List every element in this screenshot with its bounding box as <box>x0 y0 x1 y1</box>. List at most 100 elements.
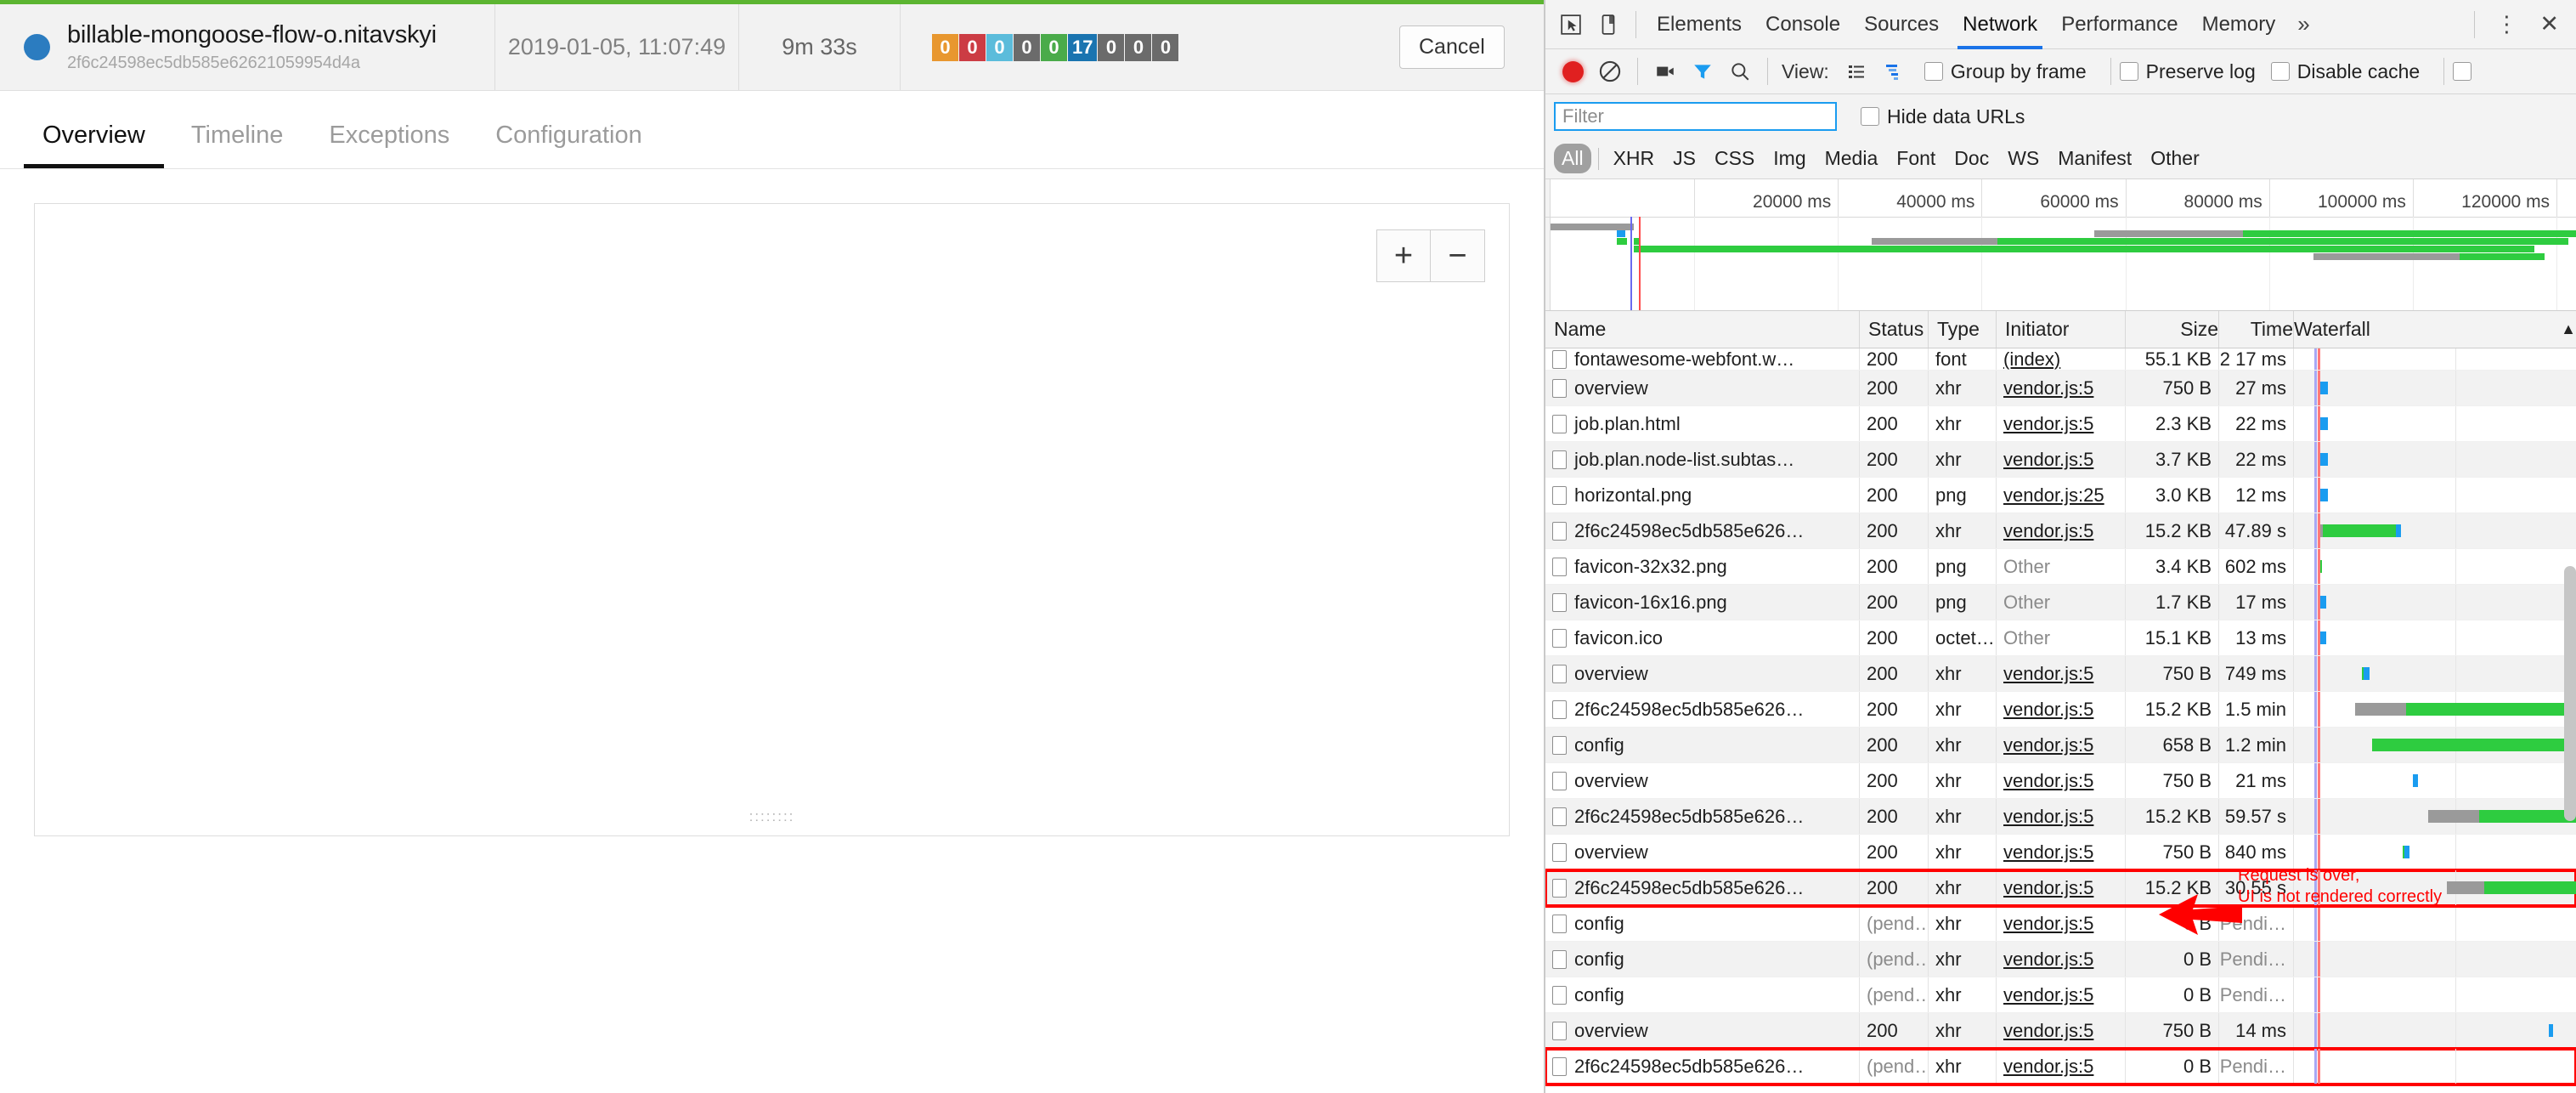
cell-initiator-text[interactable]: vendor.js:5 <box>2003 449 2093 471</box>
cell-initiator-text[interactable]: vendor.js:5 <box>2003 699 2093 721</box>
type-filter-manifest[interactable]: Manifest <box>2050 144 2139 173</box>
table-row[interactable]: fontawesome-webfont.w…200font(index)55.1… <box>1545 348 2576 371</box>
cell-name[interactable]: config <box>1545 906 1860 941</box>
cell-initiator[interactable]: vendor.js:5 <box>1997 977 2126 1012</box>
hide-data-urls-checkbox[interactable] <box>1861 107 1879 126</box>
tab-timeline[interactable]: Timeline <box>172 122 302 168</box>
capture-screenshots-icon[interactable] <box>1647 53 1684 90</box>
cell-name[interactable]: config <box>1545 728 1860 762</box>
cell-initiator[interactable]: vendor.js:5 <box>1997 870 2126 905</box>
cell-name[interactable]: overview <box>1545 1013 1860 1048</box>
cell-name[interactable]: fontawesome-webfont.w… <box>1545 348 1860 370</box>
cell-initiator[interactable]: vendor.js:5 <box>1997 442 2126 477</box>
sort-indicator-icon[interactable]: ▲ <box>2561 320 2576 338</box>
cell-initiator-text[interactable]: vendor.js:5 <box>2003 413 2093 435</box>
status-badge-2[interactable]: 0 <box>986 34 1013 61</box>
table-row[interactable]: 2f6c24598ec5db585e626…200xhrvendor.js:51… <box>1545 870 2576 906</box>
more-panels-button[interactable]: » <box>2287 11 2319 37</box>
cell-name[interactable]: 2f6c24598ec5db585e626… <box>1545 513 1860 548</box>
cell-initiator-text[interactable]: vendor.js:5 <box>2003 841 2093 864</box>
cell-initiator[interactable]: vendor.js:5 <box>1997 728 2126 762</box>
table-row[interactable]: 2f6c24598ec5db585e626…(pend…xhrvendor.js… <box>1545 1049 2576 1085</box>
zoom-out-button[interactable]: − <box>1431 229 1485 282</box>
cell-name[interactable]: job.plan.node-list.subtas… <box>1545 442 1860 477</box>
table-row[interactable]: overview200xhrvendor.js:5750 B27 ms <box>1545 371 2576 406</box>
cell-name[interactable]: job.plan.html <box>1545 406 1860 441</box>
cell-initiator-text[interactable]: vendor.js:5 <box>2003 770 2093 792</box>
type-filter-ws[interactable]: WS <box>2000 144 2047 173</box>
type-filter-img[interactable]: Img <box>1765 144 1813 173</box>
column-header-cell[interactable]: Type <box>1929 311 1997 348</box>
cell-initiator[interactable]: vendor.js:5 <box>1997 513 2126 548</box>
cell-initiator[interactable]: vendor.js:5 <box>1997 692 2126 727</box>
cell-name[interactable]: 2f6c24598ec5db585e626… <box>1545 870 1860 905</box>
cell-name[interactable]: overview <box>1545 371 1860 405</box>
vertical-scrollbar-thumb[interactable] <box>2564 566 2576 821</box>
zoom-in-button[interactable]: + <box>1376 229 1431 282</box>
status-badge-3[interactable]: 0 <box>1014 34 1040 61</box>
cell-name[interactable]: config <box>1545 977 1860 1012</box>
table-row[interactable]: config(pend…xhrvendor.js:50 BPendi… <box>1545 906 2576 942</box>
status-badge-5[interactable]: 17 <box>1068 34 1097 61</box>
type-filter-js[interactable]: JS <box>1665 144 1703 173</box>
cell-name[interactable]: favicon-16x16.png <box>1545 585 1860 620</box>
type-filter-xhr[interactable]: XHR <box>1606 144 1663 173</box>
table-row[interactable]: favicon-16x16.png200pngOther1.7 KB17 ms <box>1545 585 2576 620</box>
devtools-tab-performance[interactable]: Performance <box>2049 0 2189 49</box>
cell-initiator-text[interactable]: vendor.js:5 <box>2003 377 2093 399</box>
tab-exceptions[interactable]: Exceptions <box>310 122 468 168</box>
cell-name[interactable]: config <box>1545 942 1860 977</box>
filter-funnel-icon[interactable] <box>1684 53 1721 90</box>
cell-name[interactable]: horizontal.png <box>1545 478 1860 513</box>
cell-initiator-text[interactable]: vendor.js:5 <box>2003 806 2093 828</box>
table-row[interactable]: overview200xhrvendor.js:5750 B749 ms <box>1545 656 2576 692</box>
cell-initiator-text[interactable]: vendor.js:25 <box>2003 484 2104 507</box>
checkbox-preserve-log[interactable] <box>2120 62 2138 81</box>
devtools-tab-console[interactable]: Console <box>1754 0 1852 49</box>
column-header-cell[interactable]: Time <box>2219 311 2294 348</box>
clear-button[interactable] <box>1591 53 1629 90</box>
view-list-icon[interactable] <box>1838 53 1875 90</box>
cell-initiator[interactable]: vendor.js:5 <box>1997 406 2126 441</box>
column-header-cell[interactable]: Size <box>2126 311 2219 348</box>
table-row[interactable]: 2f6c24598ec5db585e626…200xhrvendor.js:51… <box>1545 513 2576 549</box>
cell-initiator-text[interactable]: vendor.js:5 <box>2003 913 2093 935</box>
view-waterfall-icon[interactable] <box>1875 53 1912 90</box>
graph-canvas[interactable]: + − :::::::: <box>34 203 1510 836</box>
cell-name[interactable]: overview <box>1545 763 1860 798</box>
devtools-tab-elements[interactable]: Elements <box>1645 0 1754 49</box>
network-overview-graph[interactable]: 20000 ms40000 ms60000 ms80000 ms100000 m… <box>1545 179 2576 311</box>
search-icon[interactable] <box>1721 53 1759 90</box>
devtools-tab-network[interactable]: Network <box>1951 0 2049 49</box>
cell-name[interactable]: 2f6c24598ec5db585e626… <box>1545 1049 1860 1084</box>
cell-initiator[interactable]: vendor.js:5 <box>1997 1049 2126 1084</box>
status-badge-8[interactable]: 0 <box>1152 34 1178 61</box>
cancel-button[interactable]: Cancel <box>1399 25 1505 69</box>
cell-name[interactable]: favicon-32x32.png <box>1545 549 1860 584</box>
checkbox-disable-cache[interactable] <box>2271 62 2290 81</box>
cell-initiator-text[interactable]: (index) <box>2003 348 2060 370</box>
type-filter-other[interactable]: Other <box>2143 144 2207 173</box>
close-icon[interactable]: ✕ <box>2529 11 2569 37</box>
tab-overview[interactable]: Overview <box>24 122 164 168</box>
table-row[interactable]: 2f6c24598ec5db585e626…200xhrvendor.js:51… <box>1545 799 2576 835</box>
table-row[interactable]: job.plan.node-list.subtas…200xhrvendor.j… <box>1545 442 2576 478</box>
cell-initiator[interactable]: vendor.js:5 <box>1997 656 2126 691</box>
table-row[interactable]: overview200xhrvendor.js:5750 B14 ms <box>1545 1013 2576 1049</box>
status-badge-1[interactable]: 0 <box>959 34 986 61</box>
table-row[interactable]: favicon-32x32.png200pngOther3.4 KB602 ms <box>1545 549 2576 585</box>
cell-name[interactable]: favicon.ico <box>1545 620 1860 655</box>
device-toolbar-icon[interactable] <box>1590 6 1627 43</box>
cell-initiator[interactable]: vendor.js:5 <box>1997 1013 2126 1048</box>
status-badge-6[interactable]: 0 <box>1098 34 1124 61</box>
devtools-tab-memory[interactable]: Memory <box>2190 0 2288 49</box>
type-filter-font[interactable]: Font <box>1889 144 1943 173</box>
table-row[interactable]: favicon.ico200octet…Other15.1 KB13 ms <box>1545 620 2576 656</box>
devtools-tab-sources[interactable]: Sources <box>1852 0 1951 49</box>
filter-input[interactable] <box>1554 102 1837 131</box>
cell-initiator[interactable]: vendor.js:5 <box>1997 942 2126 977</box>
cell-initiator-text[interactable]: vendor.js:5 <box>2003 1020 2093 1042</box>
cell-initiator[interactable]: vendor.js:5 <box>1997 371 2126 405</box>
column-header-cell[interactable]: Status <box>1860 311 1929 348</box>
type-filter-all[interactable]: All <box>1554 144 1591 173</box>
